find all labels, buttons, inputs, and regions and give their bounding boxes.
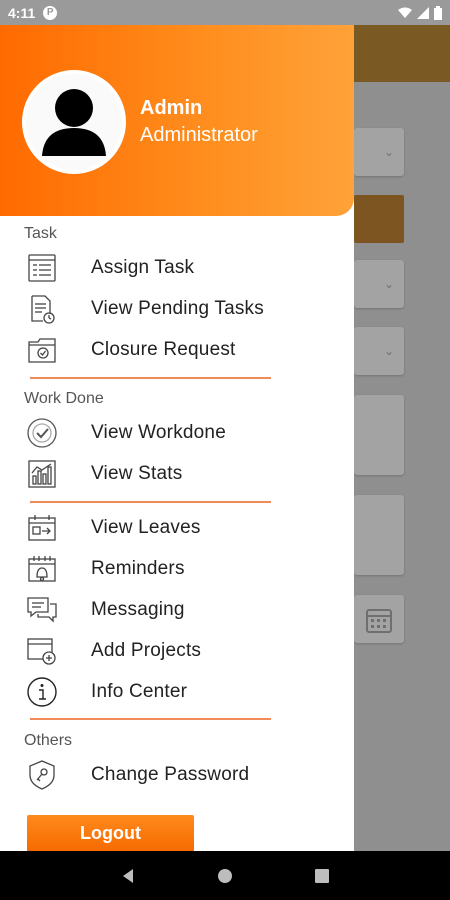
menu-label: View Workdone	[91, 422, 226, 443]
menu-label: View Leaves	[91, 517, 201, 538]
recents-icon[interactable]	[314, 868, 330, 884]
home-icon[interactable]	[217, 868, 233, 884]
menu-label: Closure Request	[91, 339, 236, 360]
add-projects-icon	[26, 635, 58, 667]
section-work-done: Work Done	[24, 390, 104, 407]
back-icon[interactable]	[120, 868, 136, 884]
menu-item-info-center[interactable]: Info Center	[0, 673, 354, 711]
menu-item-view-stats[interactable]: View Stats	[0, 455, 354, 493]
stats-icon	[26, 458, 58, 490]
chevron-down-icon: ⌄	[383, 344, 394, 358]
status-icons	[398, 5, 442, 20]
signal-icon	[417, 6, 429, 19]
menu-item-view-leaves[interactable]: View Leaves	[0, 509, 354, 547]
menu-item-assign-task[interactable]: Assign Task	[0, 249, 354, 287]
menu-item-messaging[interactable]: Messaging	[0, 591, 354, 629]
menu-label: Messaging	[91, 599, 185, 620]
divider	[30, 501, 271, 503]
calendar-icon	[366, 609, 392, 633]
pending-tasks-icon	[26, 293, 58, 325]
menu-item-view-pending-tasks[interactable]: View Pending Tasks	[0, 290, 354, 328]
user-name: Admin	[140, 97, 203, 119]
menu-item-view-workdone[interactable]: View Workdone	[0, 414, 354, 452]
section-task: Task	[24, 225, 57, 242]
system-navigation-bar	[0, 851, 450, 900]
status-bar: 4:11 P	[0, 0, 450, 25]
info-icon	[26, 676, 58, 708]
wifi-icon	[398, 7, 412, 18]
change-password-icon	[26, 759, 58, 791]
background-dropdown: ⌄	[354, 327, 404, 375]
menu-label: Assign Task	[91, 257, 195, 278]
menu-label: Change Password	[91, 764, 250, 785]
divider	[30, 718, 271, 720]
logout-button[interactable]: Logout	[27, 815, 194, 852]
menu-item-closure-request[interactable]: Closure Request	[0, 331, 354, 369]
section-others: Others	[24, 732, 73, 749]
background-date-field	[354, 595, 404, 643]
user-role: Administrator	[140, 124, 258, 146]
menu-label: View Pending Tasks	[91, 298, 264, 319]
assign-task-icon	[26, 252, 58, 284]
notification-badge: P	[43, 5, 58, 20]
menu-label: Info Center	[91, 681, 188, 702]
reminders-icon	[26, 553, 58, 585]
background-dropdown: ⌄	[354, 260, 404, 308]
workdone-check-icon	[26, 417, 58, 449]
menu-label: Add Projects	[91, 640, 202, 661]
background-textarea	[354, 395, 404, 475]
menu-item-change-password[interactable]: Change Password	[0, 756, 354, 794]
battery-icon	[434, 5, 442, 20]
background-dropdown: ⌄	[354, 128, 404, 176]
chevron-down-icon: ⌄	[383, 145, 394, 159]
menu-label: View Stats	[91, 463, 183, 484]
menu-item-add-projects[interactable]: Add Projects	[0, 632, 354, 670]
menu-item-reminders[interactable]: Reminders	[0, 550, 354, 588]
status-time: 4:11	[8, 4, 36, 21]
background-button	[354, 195, 404, 243]
background-textarea	[354, 495, 404, 575]
closure-request-icon	[26, 334, 58, 366]
profile-avatar-icon[interactable]	[22, 70, 126, 174]
drawer-header: Admin Administrator	[0, 25, 354, 216]
messaging-icon	[26, 594, 58, 626]
menu-label: Reminders	[91, 558, 185, 579]
divider	[30, 377, 271, 379]
chevron-down-icon: ⌄	[383, 277, 394, 291]
leaves-icon	[26, 512, 58, 544]
navigation-drawer: Admin Administrator Task Assign Task Vie…	[0, 25, 354, 852]
